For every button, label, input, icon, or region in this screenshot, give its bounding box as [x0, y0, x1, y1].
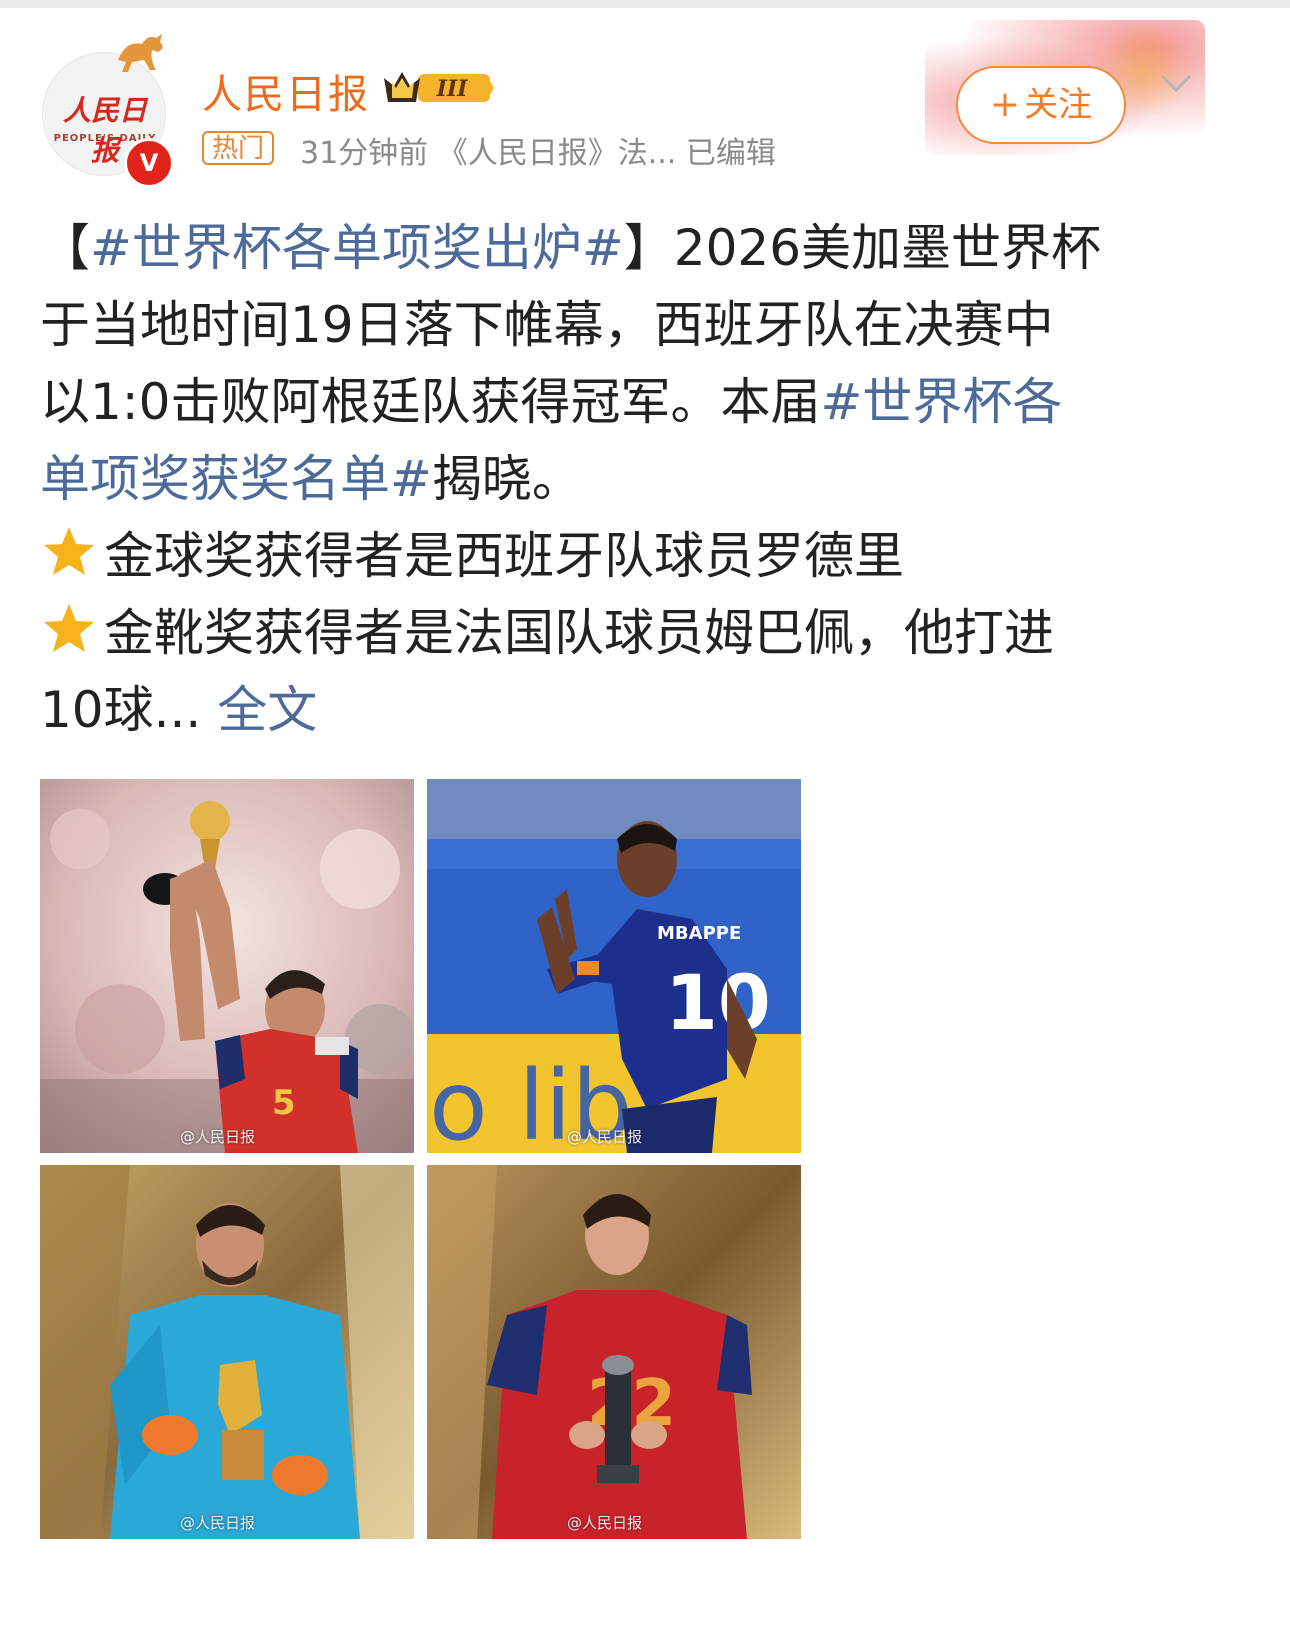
photo-watermark: @人民日报 — [567, 1514, 643, 1532]
post-text: 【#世界杯各单项奖出炉#】2026美加墨世界杯 于当地时间19日落下帷幕，西班牙… — [40, 210, 1240, 749]
golden-boot-text: 金靴奖获得者是法国队球员姆巴佩，他打进 — [104, 604, 1054, 662]
post-text-segment: 揭晓。 — [431, 450, 582, 508]
photo-best-young-player-image: 22 — [427, 1165, 801, 1539]
golden-ball-text: 金球奖获得者是西班牙队球员罗德里 — [104, 527, 904, 585]
post-line-7: 10球... 全文 — [40, 672, 1240, 749]
topic-tag-link[interactable]: #世界杯各单项奖出炉# — [90, 219, 624, 277]
jersey-name-text: MBAPPE — [657, 923, 741, 944]
topic-tag-link[interactable]: #世界杯各 — [820, 373, 1062, 431]
svg-text:5: 5 — [272, 1083, 296, 1123]
bracket-close: 】 — [623, 219, 674, 277]
star-icon — [44, 527, 94, 575]
horse-decoration-icon — [118, 34, 163, 72]
photo-watermark: @人民日报 — [180, 1128, 256, 1146]
star-icon — [44, 604, 94, 652]
level-crown-badge-icon: III — [384, 72, 494, 102]
follow-button[interactable]: + 关注 — [956, 66, 1126, 144]
photo-golden-glove-image — [40, 1165, 414, 1539]
photo-golden-ball[interactable]: 5 @人民日报 — [40, 779, 414, 1153]
topic-tag-link-cont[interactable]: 单项奖获奖名单# — [40, 450, 432, 508]
post-text-segment: 以1:0击败阿根廷队获得冠军。本届 — [40, 373, 821, 431]
photo-golden-ball-image: 5 — [40, 779, 414, 1153]
follow-label: 关注 — [1024, 85, 1093, 125]
level-badge-text: III — [436, 76, 469, 102]
photo-golden-glove[interactable]: @人民日报 — [40, 1165, 414, 1539]
post-line-5: 金球奖获得者是西班牙队球员罗德里 — [40, 518, 1240, 595]
photo-golden-boot-image: o lib MBAPPE 10 — [427, 779, 801, 1153]
verified-badge-icon: V — [124, 138, 174, 188]
hot-tag[interactable]: 热门 — [202, 131, 275, 165]
expand-full-text-link[interactable]: 全文 — [217, 681, 317, 739]
photo-golden-boot[interactable]: o lib MBAPPE 10 @人民日报 — [427, 779, 801, 1153]
post-line-6: 金靴奖获得者是法国队球员姆巴佩，他打进 — [40, 595, 1240, 672]
bracket-open: 【 — [40, 219, 90, 277]
post-line-2: 于当地时间19日落下帷幕，西班牙队在决赛中 — [40, 296, 1054, 354]
top-divider — [0, 0, 1290, 8]
post-line-1: 【#世界杯各单项奖出炉#】2026美加墨世界杯 — [40, 210, 1240, 287]
account-name[interactable]: 人民日报 — [202, 62, 370, 120]
photo-watermark: @人民日报 — [180, 1514, 256, 1532]
post-text-segment: 2026美加墨世界杯 — [673, 219, 1102, 277]
post-line-4: 单项奖获奖名单#揭晓。 — [40, 441, 1240, 518]
photo-best-young-player[interactable]: 22 @人民日报 — [427, 1165, 801, 1539]
chevron-down-icon[interactable] — [1156, 62, 1196, 102]
post-line-3: 以1:0击败阿根廷队获得冠军。本届#世界杯各 — [40, 364, 1240, 441]
jersey-number-text: 10 — [665, 958, 771, 1047]
post-meta: 31分钟前 《人民日报》法... 已编辑 — [300, 136, 776, 171]
photo-watermark: @人民日报 — [567, 1128, 643, 1146]
post-text-segment: 10球... — [40, 681, 202, 739]
plus-icon: + — [989, 84, 1021, 125]
